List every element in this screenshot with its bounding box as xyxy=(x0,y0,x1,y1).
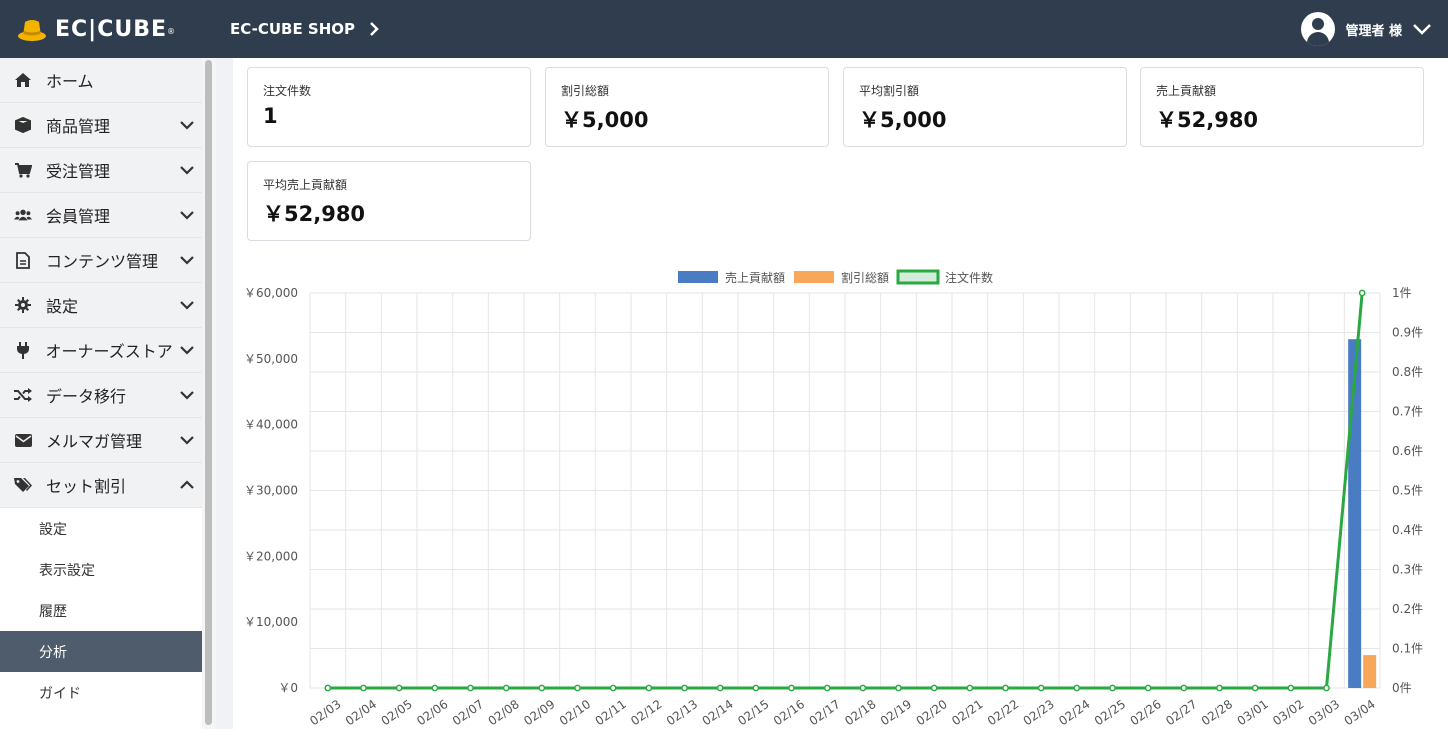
y-right-tick-label: 0.7件 xyxy=(1392,405,1423,419)
line-point-order-count xyxy=(1002,684,1009,692)
x-tick-label: 02/25 xyxy=(1092,697,1128,728)
y-right-tick-label: 0.1件 xyxy=(1392,642,1423,656)
bar-discount-total xyxy=(1363,655,1377,688)
y-left-tick-label: ￥0 xyxy=(278,681,298,695)
x-tick-label: 02/20 xyxy=(914,697,950,728)
x-tick-label: 02/03 xyxy=(307,697,343,728)
line-point-order-count xyxy=(538,684,546,692)
line-point-order-count xyxy=(1037,684,1045,692)
line-point-order-count xyxy=(1109,684,1116,692)
line-point-order-count xyxy=(1144,684,1152,692)
legend-label: 売上貢献額 xyxy=(725,270,785,285)
x-tick-label: 02/17 xyxy=(807,697,843,728)
line-point-order-count xyxy=(1073,684,1081,692)
y-right-tick-label: 0.8件 xyxy=(1392,365,1423,379)
x-tick-label: 03/02 xyxy=(1270,697,1306,728)
x-tick-label: 02/24 xyxy=(1056,697,1092,728)
x-tick-label: 02/05 xyxy=(379,697,415,728)
y-left-tick-label: ￥40,000 xyxy=(244,418,298,432)
line-point-order-count xyxy=(645,684,653,692)
x-tick-label: 02/22 xyxy=(985,697,1021,728)
y-right-tick-label: 0.2件 xyxy=(1392,602,1423,616)
y-left-tick-label: ￥50,000 xyxy=(244,352,298,366)
line-point-order-count xyxy=(716,684,724,692)
y-left-tick-label: ￥10,000 xyxy=(244,615,298,629)
legend-label: 割引総額 xyxy=(841,270,889,285)
line-point-order-count xyxy=(395,684,403,692)
x-tick-label: 02/16 xyxy=(771,697,807,728)
line-point-order-count xyxy=(930,684,938,692)
y-right-tick-label: 0.5件 xyxy=(1392,484,1423,498)
y-left-tick-label: ￥20,000 xyxy=(244,549,298,563)
line-point-order-count xyxy=(859,684,867,692)
y-right-tick-label: 1件 xyxy=(1392,286,1412,300)
x-tick-label: 02/08 xyxy=(486,697,522,728)
x-tick-label: 03/01 xyxy=(1235,697,1271,728)
x-tick-label: 02/04 xyxy=(343,697,379,728)
legend-swatch xyxy=(678,271,718,283)
line-point-order-count xyxy=(609,684,617,692)
analysis-chart: ￥60,000 ￥50,000 ￥40,000 ￥30,000 ￥20,000 ￥10,0… xyxy=(244,269,1423,728)
line-point-order-count xyxy=(823,684,831,692)
line-point-order-count xyxy=(681,684,688,692)
legend-label: 注文件数 xyxy=(945,270,993,285)
line-point-order-count xyxy=(895,684,902,692)
line-point-order-count xyxy=(431,684,439,692)
y-left-tick-label: ￥30,000 xyxy=(244,484,298,498)
y-right-tick-label: 0.6件 xyxy=(1392,444,1423,458)
line-point-order-count xyxy=(502,684,510,692)
line-point-order-count xyxy=(467,684,474,692)
x-tick-label: 02/11 xyxy=(593,697,629,728)
x-tick-label: 02/10 xyxy=(557,697,593,728)
line-point-order-count xyxy=(1287,684,1295,692)
line-point-order-count xyxy=(1358,289,1366,297)
x-tick-label: 02/15 xyxy=(735,697,771,728)
legend-swatch xyxy=(794,271,834,283)
line-point-order-count xyxy=(1251,684,1259,692)
x-tick-label: 03/03 xyxy=(1306,697,1342,728)
x-tick-label: 02/09 xyxy=(521,697,557,728)
line-point-order-count xyxy=(966,684,974,692)
y-left-tick-label: ￥60,000 xyxy=(244,286,298,300)
x-tick-label: 02/14 xyxy=(700,697,736,728)
line-point-order-count xyxy=(788,684,795,692)
x-tick-label: 02/06 xyxy=(414,697,450,728)
line-point-order-count xyxy=(1323,684,1330,692)
line-point-order-count xyxy=(1180,684,1188,692)
x-tick-label: 02/23 xyxy=(1021,697,1057,728)
x-tick-label: 02/07 xyxy=(450,697,486,728)
x-tick-label: 02/13 xyxy=(664,697,700,728)
x-tick-label: 02/18 xyxy=(842,697,878,728)
line-point-order-count xyxy=(752,684,760,692)
y-right-tick-label: 0.3件 xyxy=(1392,563,1423,577)
legend-swatch xyxy=(896,269,940,285)
line-point-order-count xyxy=(1216,684,1223,692)
line-point-order-count xyxy=(574,684,581,692)
y-right-tick-label: 0.4件 xyxy=(1392,523,1423,537)
x-tick-label: 02/28 xyxy=(1199,697,1235,728)
line-point-order-count xyxy=(360,684,367,692)
x-tick-label: 02/19 xyxy=(878,697,914,728)
x-tick-label: 03/04 xyxy=(1342,697,1378,728)
y-right-tick-label: 0.9件 xyxy=(1392,326,1423,340)
x-tick-label: 02/26 xyxy=(1128,697,1164,728)
y-right-tick-label: 0件 xyxy=(1392,681,1412,695)
x-tick-label: 02/12 xyxy=(628,697,664,728)
x-tick-label: 02/27 xyxy=(1163,697,1199,728)
x-tick-label: 02/21 xyxy=(949,697,985,728)
line-point-order-count xyxy=(324,684,332,692)
